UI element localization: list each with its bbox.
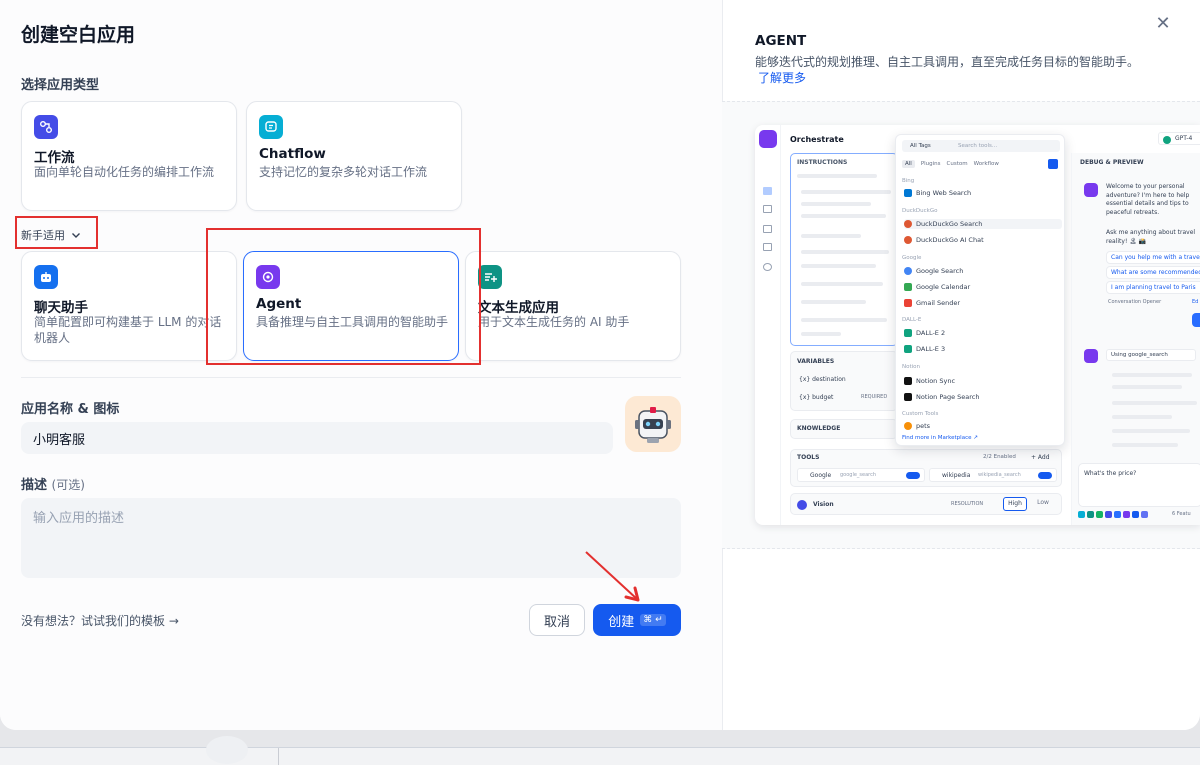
- card-text-gen-desc: 用于文本生成任务的 AI 助手: [478, 315, 630, 329]
- mock-chat-input: What's the price?: [1078, 463, 1200, 507]
- mock-debug-pane: DEBUG & PREVIEW Welcome to your personal…: [1071, 153, 1200, 525]
- mock-picker-tabs: All Plugins Custom Workflow: [902, 160, 999, 168]
- dialog-left-panel: 创建空白应用 选择应用类型 工作流 面向单轮自动化任务的编排工作流 Chatfl…: [0, 0, 722, 730]
- mock-vision-icon: [797, 500, 807, 510]
- card-chatbot-desc: 简单配置即可构建基于 LLM 的对话机器人: [34, 315, 222, 345]
- chatflow-icon: [259, 115, 283, 139]
- mock-debug-label: DEBUG & PREVIEW: [1080, 159, 1144, 166]
- mock-tools-box: TOOLS 2/2 Enabled + Add Google google_se…: [790, 449, 1062, 487]
- mock-high: High: [1003, 497, 1027, 511]
- mock-rail-icon: [763, 263, 772, 271]
- highlight-box-agent: [206, 228, 481, 365]
- mock-rail-icon: [763, 225, 772, 233]
- section-divider: [21, 377, 681, 378]
- mock-picker-search: All Tags Search tools...: [902, 140, 1060, 152]
- mock-vision-label: Vision: [813, 501, 834, 508]
- mock-variables-label: VARIABLES: [797, 358, 835, 365]
- description-label: 描述 (可选): [21, 474, 85, 493]
- description-label-text: 描述: [21, 478, 48, 493]
- mock-variables-box: VARIABLES {x} destination {x} budget REQ…: [790, 351, 898, 411]
- mock-rail: [755, 125, 781, 525]
- mock-var-destination: {x} destination: [799, 376, 846, 383]
- dialog-title: 创建空白应用: [21, 24, 136, 46]
- agent-preview-image: Orchestrate INSTRUCTIONS VARIABLES {x} d…: [755, 125, 1200, 525]
- mock-low: Low: [1037, 499, 1049, 506]
- mock-rail-icon: [763, 187, 772, 195]
- app-name-label: 应用名称 & 图标: [21, 402, 120, 417]
- workflow-icon: [34, 115, 58, 139]
- mock-app-icon: [759, 130, 777, 148]
- close-icon[interactable]: ✕: [1148, 8, 1178, 38]
- mock-feature-icons: [1078, 511, 1148, 518]
- mock-instructions-box: INSTRUCTIONS: [790, 153, 898, 346]
- mock-var-budget: {x} budget: [799, 394, 834, 401]
- mock-picker-add: [1048, 159, 1058, 169]
- mock-knowledge-box: KNOWLEDGE: [790, 419, 898, 439]
- optional-hint: (可选): [51, 478, 85, 492]
- mock-instructions-label: INSTRUCTIONS: [797, 159, 848, 166]
- preview-description: 能够迭代式的规划推理、自主工具调用，直至完成任务目标的智能助手。: [755, 55, 1140, 69]
- mock-tool-wikipedia: wikipedia wikipedia_search: [929, 468, 1057, 482]
- backdrop-divider: [278, 748, 279, 765]
- learn-more-link[interactable]: 了解更多: [758, 69, 806, 86]
- mock-using-tool: Using google_search: [1106, 349, 1196, 361]
- mock-tools-label: TOOLS: [797, 454, 820, 461]
- mock-tool-google: Google google_search: [797, 468, 925, 482]
- card-chatbot[interactable]: 聊天助手 简单配置即可构建基于 LLM 的对话机器人: [21, 251, 237, 361]
- card-chatflow-title: Chatflow: [259, 146, 326, 162]
- shortcut-hint: ⌘ ↵: [640, 614, 666, 626]
- create-app-dialog: 创建空白应用 选择应用类型 工作流 面向单轮自动化任务的编排工作流 Chatfl…: [0, 0, 1200, 730]
- chatbot-icon: [34, 265, 58, 289]
- card-text-gen-title: 文本生成应用: [478, 300, 559, 316]
- mock-rail-icon: [763, 243, 772, 251]
- backdrop-page: [0, 736, 1200, 765]
- mock-tool-picker: All Tags Search tools... All Plugins Cus…: [895, 134, 1065, 446]
- text-gen-icon: [478, 265, 502, 289]
- mock-vision-box: Vision RESOLUTION High Low: [790, 493, 1062, 515]
- red-arrow-annotation: [585, 551, 640, 602]
- create-button[interactable]: 创建 ⌘ ↵: [593, 604, 681, 636]
- cancel-button[interactable]: 取消: [529, 604, 585, 636]
- mock-rail-icon: [763, 205, 772, 213]
- mock-knowledge-label: KNOWLEDGE: [797, 425, 841, 432]
- card-workflow[interactable]: 工作流 面向单轮自动化任务的编排工作流: [21, 101, 237, 211]
- card-text-generation[interactable]: 文本生成应用 用于文本生成任务的 AI 助手: [465, 251, 681, 361]
- mock-bot-avatar: [1084, 183, 1098, 197]
- card-chatbot-title: 聊天助手: [34, 300, 88, 316]
- mock-opener: Conversation Opener: [1108, 299, 1162, 305]
- card-workflow-title: 工作流: [34, 150, 75, 166]
- backdrop-circle: [206, 736, 248, 764]
- preview-title: AGENT: [755, 33, 807, 49]
- mock-tools-enabled: 2/2 Enabled: [983, 454, 1016, 460]
- mock-orchestrate: Orchestrate: [790, 135, 844, 144]
- mock-user-bubble: [1192, 313, 1200, 327]
- mock-model-badge: GPT-4: [1158, 132, 1200, 145]
- card-chatflow-desc: 支持记忆的复杂多轮对话工作流: [259, 165, 428, 179]
- create-button-label: 创建: [608, 614, 635, 630]
- app-name-input[interactable]: 小明客服: [21, 422, 613, 454]
- mock-bot-avatar-2: [1084, 349, 1098, 363]
- mock-add: + Add: [1031, 454, 1050, 461]
- mock-required: REQUIRED: [861, 394, 888, 400]
- mock-welcome: Welcome to your personal adventure? I'm …: [1106, 183, 1190, 216]
- app-icon-avatar[interactable]: [625, 396, 681, 452]
- robot-icon: [635, 407, 671, 443]
- mock-ask: Ask me anything about travel reality! 🏝 …: [1106, 229, 1196, 245]
- templates-link[interactable]: 没有想法？试试我们的模板 →: [21, 612, 179, 629]
- app-type-label: 选择应用类型: [21, 78, 100, 93]
- highlight-box-beginner: [15, 216, 98, 249]
- mock-resolution: RESOLUTION: [951, 501, 984, 507]
- card-workflow-desc: 面向单轮自动化任务的编排工作流: [34, 165, 215, 179]
- card-chatflow[interactable]: Chatflow 支持记忆的复杂多轮对话工作流: [246, 101, 462, 211]
